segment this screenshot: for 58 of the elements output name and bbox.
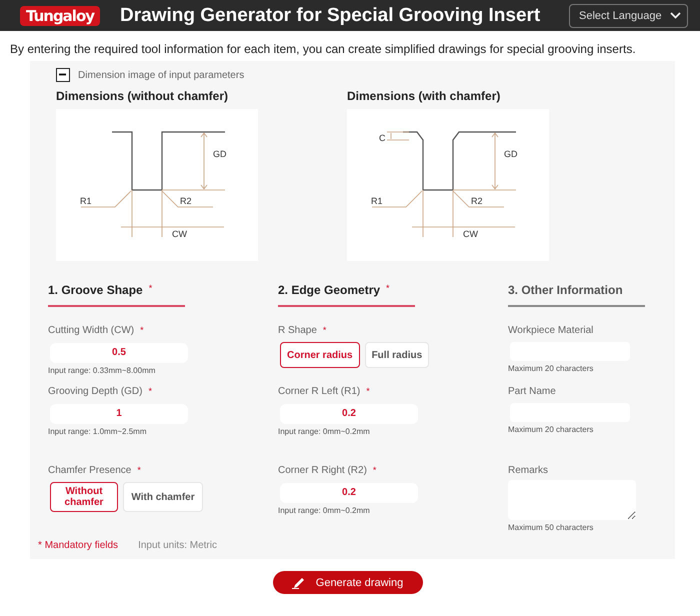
section-heading: 2. Edge Geometry * [278, 283, 415, 307]
input-hint: Input range: 0mm~0.2mm [278, 426, 371, 436]
input-hint: Maximum 20 characters [508, 364, 594, 373]
option-button[interactable]: Without chamfer [50, 482, 118, 512]
language-select[interactable]: Select Language [569, 4, 688, 28]
field-label: Grooving Depth (GD) [48, 386, 142, 397]
field-label: Corner R Left (R1) [278, 386, 360, 397]
page-title: Drawing Generator for Special Grooving Insert [120, 4, 542, 26]
dimension-label: GD [213, 149, 226, 159]
number-field[interactable]: 0.5 [50, 342, 188, 362]
dimension-label: R1 [80, 196, 92, 206]
remarks-field[interactable] [508, 480, 636, 520]
input-hint: Maximum 20 characters [508, 425, 594, 434]
chevron-down-icon [670, 12, 681, 19]
toggle-label: Dimension image of input parameters [78, 70, 244, 80]
dimension-label: C [379, 133, 386, 143]
dimension-label: R2 [180, 196, 192, 206]
number-field[interactable]: 1 [50, 404, 188, 424]
dimension-label: CW [463, 229, 478, 239]
intro-text: By entering the required tool information for each item, you can create simplified drawings for special grooving inserts. [9, 41, 637, 58]
field-label: Part Name [508, 386, 556, 397]
required-mark: * [148, 283, 152, 295]
dimension-label: R2 [471, 196, 483, 206]
section-heading: 1. Groove Shape * [48, 283, 185, 307]
option-button[interactable]: With chamfer [123, 482, 203, 512]
field-label: Chamfer Presence [48, 465, 132, 476]
diagram-title: Dimensions (with chamfer) [347, 89, 502, 103]
dimension-label: R1 [371, 196, 383, 206]
number-field[interactable]: 0.2 [280, 482, 418, 502]
generate-button[interactable]: Generate drawing [272, 571, 422, 594]
diagram-title: Dimensions (without chamfer) [56, 89, 230, 103]
field-label: Cutting Width (CW) [48, 325, 134, 336]
required-mark: * [148, 386, 152, 397]
logo: Tungaloy [20, 6, 100, 26]
input-hint: Input range: 0mm~0.2mm [278, 506, 371, 514]
field-label: Corner R Right (R2) [278, 465, 367, 476]
pencil-icon [292, 576, 306, 589]
required-mark: * [372, 465, 376, 476]
number-field[interactable]: 0.2 [280, 404, 418, 424]
required-mark: * [137, 465, 141, 476]
section-heading: 3. Other Information [508, 283, 645, 307]
field-label: R Shape [278, 325, 317, 336]
mandatory-note: * Mandatory fields [38, 540, 118, 551]
dimension-label: GD [504, 149, 518, 159]
required-mark: * [322, 325, 326, 336]
required-mark: * [386, 283, 390, 295]
dimension-label: CW [172, 229, 187, 239]
input-hint: Maximum 50 characters [508, 523, 594, 532]
required-mark: * [140, 325, 144, 336]
input-hint: Input range: 1.0mm~2.5mm [48, 426, 148, 436]
required-mark: * [366, 386, 370, 397]
field-label: Workpiece Material [508, 325, 594, 336]
collapse-toggle[interactable] [56, 68, 70, 82]
input-hint: Input range: 0.33mm~8.00mm [48, 366, 156, 374]
option-button[interactable]: Full radius [364, 342, 430, 368]
option-button[interactable]: Corner radius [280, 342, 360, 368]
units-note: Input units: Metric [138, 540, 217, 551]
field-label: Remarks [508, 465, 548, 476]
